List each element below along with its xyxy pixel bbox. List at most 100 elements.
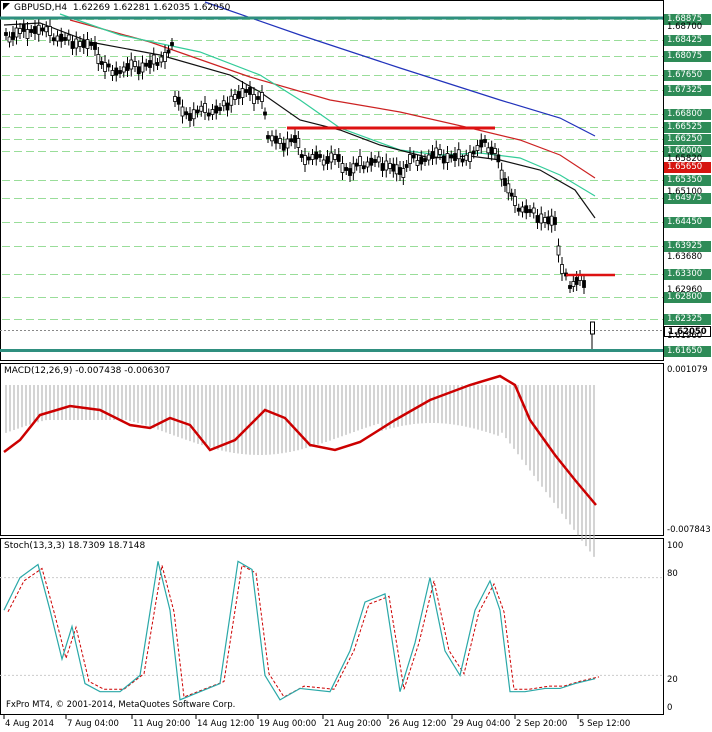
green-level-tag: 1.66525	[664, 122, 711, 133]
candle-body	[51, 37, 56, 42]
candle-body	[493, 148, 497, 154]
candle-body	[118, 70, 122, 74]
candle-body	[274, 135, 278, 144]
candle-body	[63, 37, 67, 41]
candle-body	[81, 40, 86, 48]
candle-body	[188, 113, 192, 121]
candle-body	[321, 159, 326, 166]
candle-body	[191, 109, 196, 120]
macd-signal-line	[3, 374, 597, 506]
candle-body	[260, 92, 264, 102]
time-axis-label: 26 Aug 12:00	[389, 719, 447, 729]
candle-body	[373, 159, 377, 163]
candle-body	[503, 178, 507, 186]
candle-body	[306, 156, 311, 161]
candle-body	[340, 163, 345, 173]
candle-body	[351, 163, 356, 174]
price-axis-label: 1.62960	[667, 285, 703, 295]
candle-body	[401, 168, 406, 178]
candle-body	[106, 63, 111, 68]
candle-body	[318, 154, 322, 158]
green-level-tag: 1.64450	[664, 217, 711, 228]
macd-axis-max: 0.001079	[667, 365, 708, 375]
green-level-tag: 1.63925	[664, 241, 711, 252]
candle-body	[348, 168, 352, 176]
candle-body	[110, 70, 115, 76]
candle-body	[55, 35, 60, 42]
candle-body	[233, 94, 237, 100]
candle-body	[568, 285, 572, 289]
candle-body	[483, 139, 487, 143]
time-axis-label: 21 Aug 20:00	[324, 719, 382, 729]
support-level-tag: 1.61650	[664, 345, 711, 357]
candle-body	[210, 109, 215, 115]
candle-body	[173, 96, 177, 102]
candle-body	[133, 61, 137, 67]
candle-body	[329, 152, 334, 163]
candle-body	[582, 280, 586, 288]
candle-body	[553, 217, 557, 225]
price-candles	[4, 17, 595, 352]
candle-body	[423, 158, 427, 162]
candle-body	[289, 138, 294, 143]
candle-body	[430, 151, 435, 159]
candle-body	[33, 26, 37, 34]
candle-body	[281, 142, 286, 151]
candle-body	[148, 60, 152, 68]
candle-body	[40, 27, 45, 32]
candle-body	[419, 156, 424, 165]
green-level-tag: 1.67650	[664, 70, 711, 81]
candle-body	[221, 100, 226, 107]
candle-body	[464, 154, 469, 161]
candle-body	[103, 62, 107, 72]
candle-body	[509, 192, 514, 197]
candle-body	[468, 152, 472, 162]
candle-body	[74, 38, 79, 49]
candle-body	[66, 34, 71, 41]
candle-body	[535, 215, 540, 223]
macd-histogram	[3, 374, 597, 557]
candle-body	[36, 24, 41, 35]
candle-body	[325, 156, 330, 164]
candle-body	[18, 28, 22, 34]
stoch-axis-label: 100	[667, 541, 684, 551]
candle-body	[506, 183, 511, 194]
candle-body	[460, 158, 465, 163]
candle-body	[48, 26, 52, 36]
price-axis-label: 1.65100	[667, 187, 703, 197]
price-axis-label: 1.68700	[667, 22, 703, 32]
candle-body	[531, 207, 536, 214]
candle-body	[278, 138, 282, 144]
green-level-tag: 1.68425	[664, 35, 711, 46]
stoch-axis-label: 0	[667, 703, 673, 713]
green-level-tag: 1.65350	[664, 175, 711, 186]
candle-body	[125, 63, 130, 71]
candle-body	[546, 216, 551, 225]
time-axis-label: 7 Aug 04:00	[67, 719, 119, 729]
horizontal-levels[interactable]	[0, 16, 663, 352]
candle-body	[14, 27, 19, 38]
candle-body	[365, 161, 370, 168]
candle-body	[21, 24, 26, 32]
candle-body	[479, 139, 484, 148]
time-axis-label: 29 Aug 04:00	[453, 719, 511, 729]
candle-body	[361, 165, 366, 170]
candle-body	[248, 87, 252, 95]
candle-body	[244, 89, 249, 93]
candle-body	[195, 109, 200, 114]
candle-body	[155, 62, 160, 66]
candle-body	[314, 151, 319, 160]
green-level-tag: 1.66250	[664, 134, 711, 145]
candle-body	[180, 106, 185, 117]
candle-body	[136, 66, 141, 75]
candle-body	[358, 156, 362, 166]
candle-body	[376, 156, 381, 163]
time-axis-label: 19 Aug 00:00	[259, 719, 317, 729]
chart-menu-icon[interactable]	[3, 3, 10, 10]
green-level-tag: 1.63300	[664, 269, 711, 280]
time-axis-label: 5 Sep 12:00	[579, 719, 631, 729]
candle-body	[496, 154, 501, 163]
candle-body	[411, 154, 416, 159]
green-level-tag: 1.68075	[664, 51, 711, 62]
stoch-axis-label: 80	[667, 569, 678, 579]
